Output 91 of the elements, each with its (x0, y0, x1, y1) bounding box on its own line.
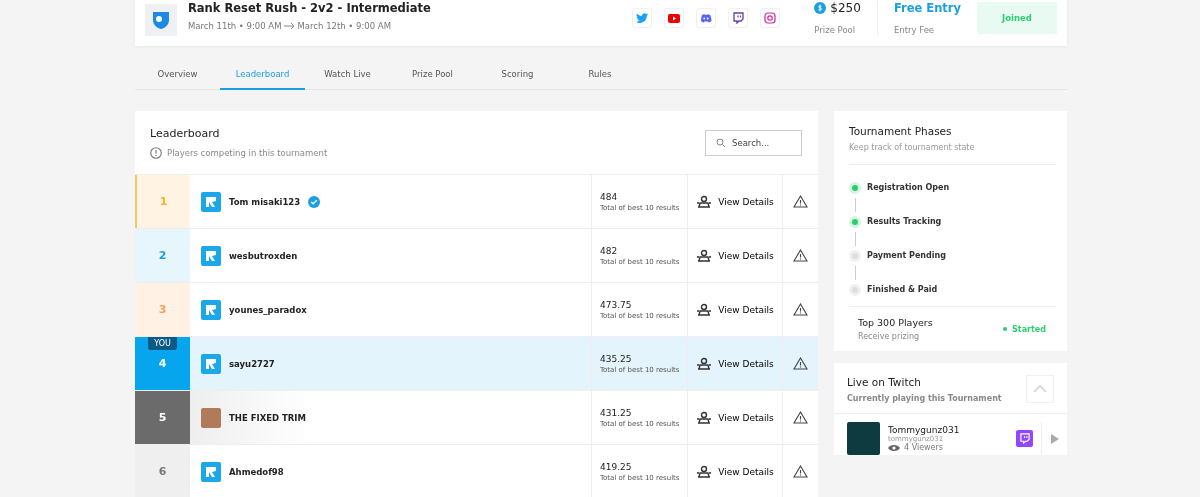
warning-icon (793, 465, 808, 478)
tab[interactable]: Prize Pool (390, 60, 475, 90)
avatar-image-placeholder (201, 407, 221, 428)
view-details-button[interactable]: View Details (688, 337, 783, 390)
info-icon (150, 146, 162, 159)
rank-number: 6 (158, 465, 167, 478)
instagram-icon (764, 12, 777, 24)
rank-number: 4 (158, 357, 167, 370)
rank-number: 5 (158, 411, 167, 424)
score-value: 435.25 (600, 353, 633, 364)
card-title: Live on Twitch (847, 375, 922, 388)
player-icon (696, 464, 713, 479)
player-name: Tom misaki123 (229, 196, 301, 207)
team-logo-icon (201, 245, 221, 266)
search-field[interactable]: Search... (705, 129, 802, 156)
player-name: younes_paradox (229, 304, 307, 315)
stream-thumbnail-placeholder (847, 422, 880, 455)
player-name: Ahmedof98 (229, 466, 284, 477)
social-link[interactable] (760, 8, 781, 28)
player-icon (696, 410, 713, 425)
eye-icon (888, 443, 900, 452)
entry-fee-value: Free Entry (893, 1, 961, 15)
arrow-icon (283, 22, 296, 30)
tournament-title: Rank Reset Rush - 2v2 - Intermediate (188, 1, 432, 15)
twitch-icon (732, 12, 744, 24)
twitch-button[interactable] (1016, 430, 1033, 447)
score-value: 484 (600, 191, 619, 202)
prize-amount: $250 (830, 1, 861, 15)
end-date: March 12th • 9:00 AM (297, 21, 392, 31)
phase-label: Results Tracking (867, 217, 942, 226)
prize-tier-title: Top 300 Players (858, 317, 933, 328)
card-subtitle: Keep track of tournament state (849, 143, 976, 152)
panel-title: Leaderboard (150, 126, 221, 140)
tab[interactable]: Rules (560, 60, 640, 90)
social-link[interactable] (632, 8, 653, 28)
youtube-icon (668, 13, 681, 23)
score-value: 431.25 (600, 407, 633, 418)
view-details-button[interactable]: View Details (688, 391, 783, 444)
warning-icon (793, 357, 808, 370)
social-link[interactable] (696, 8, 717, 28)
player-icon (696, 356, 713, 371)
twitter-icon (636, 13, 649, 23)
rank-number: 3 (158, 303, 167, 316)
viewer-count: 4 Viewers (904, 443, 943, 452)
status-dot (1003, 327, 1008, 331)
player-name: sayu2727 (229, 358, 275, 369)
phase-label: Finished & Paid (867, 285, 938, 294)
team-logo-icon (201, 191, 221, 212)
discord-icon (700, 13, 713, 23)
warning-icon (793, 411, 808, 424)
warning-icon (793, 303, 808, 316)
prize-label: Prize Pool (814, 25, 857, 35)
phase-label: Registration Open (867, 183, 950, 192)
team-logo-icon (201, 461, 221, 482)
player-name: wesbutroxden (229, 250, 298, 261)
player-name: THE FIXED TRIM (229, 412, 306, 423)
start-date: March 11th • 9:00 AM (188, 21, 282, 31)
view-details-button[interactable]: View Details (688, 445, 783, 497)
play-icon (1050, 433, 1059, 444)
tab[interactable]: Watch Live (305, 60, 390, 90)
view-details-button[interactable]: View Details (688, 229, 783, 282)
social-link[interactable] (728, 8, 749, 28)
tab[interactable]: Overview (135, 60, 220, 90)
view-details-button[interactable]: View Details (688, 283, 783, 336)
rank-number: 1 (159, 195, 168, 208)
warning-icon (793, 195, 808, 208)
chevron-up-icon (1033, 385, 1047, 393)
score-value: 482 (600, 245, 619, 256)
score-value: 473.75 (600, 299, 633, 310)
panel-subtitle: Players competing in this tournament (167, 147, 328, 158)
card-subtitle: Currently playing this Tournament (847, 393, 1002, 403)
rank-number: 2 (158, 249, 167, 262)
team-logo-icon (201, 299, 221, 320)
entry-fee-label: Entry Fee (893, 25, 936, 35)
view-details-button[interactable]: View Details (688, 175, 783, 228)
player-icon (696, 248, 713, 263)
player-icon (696, 302, 713, 317)
score-value: 419.25 (600, 461, 633, 472)
streamer-name: Tommygunz031 (888, 425, 961, 435)
verified-icon (308, 195, 321, 208)
tab[interactable]: Scoring (475, 60, 560, 90)
card-title: Tournament Phases (849, 125, 953, 137)
social-link[interactable] (664, 8, 685, 28)
phase-label: Payment Pending (867, 251, 946, 260)
warning-icon (793, 249, 808, 262)
team-logo-icon (201, 353, 221, 374)
status-text: Started (1012, 324, 1046, 334)
player-icon (696, 194, 713, 209)
you-badge: YOU (148, 337, 177, 350)
prize-tier-subtitle: Receive prizing (858, 332, 921, 341)
game-logo-icon (145, 4, 177, 36)
